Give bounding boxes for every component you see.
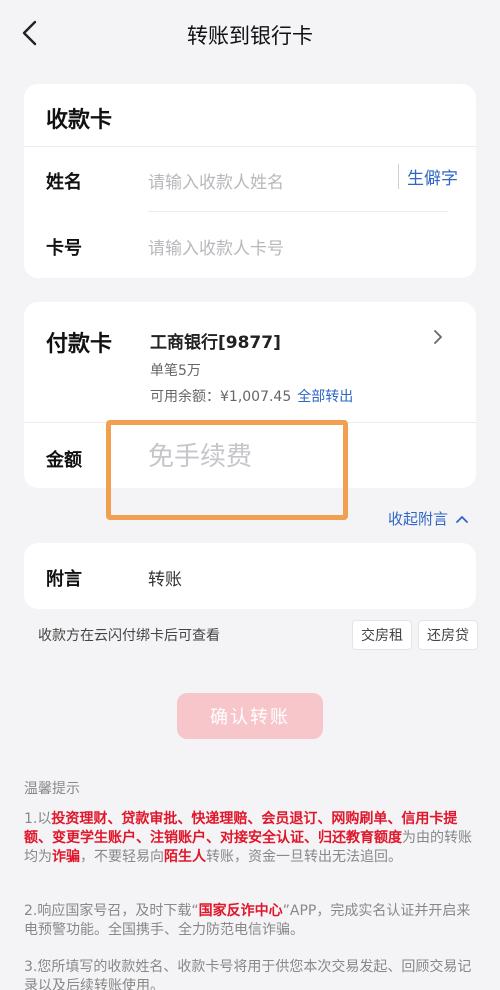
chevron-right-icon [434,330,442,344]
confirm-transfer-button[interactable]: 确认转账 [177,693,323,739]
balance-label: 可用余额： [150,389,220,405]
amount-label: 金额 [46,450,82,471]
card-number-label: 卡号 [46,238,82,259]
limit-text: 单笔5万 [150,363,201,379]
highlight-box [106,420,348,520]
bank-name[interactable]: 工商银行[9877] [150,328,281,353]
payee-section-title: 收款卡 [46,108,113,133]
name-input[interactable]: 请输入收款人姓名 [148,168,284,193]
note-label: 附言 [46,569,82,590]
card-number-input[interactable]: 请输入收款人卡号 [148,234,284,259]
balance-value: ¥1,007.45 [220,389,292,405]
rare-char-button[interactable]: 生僻字 [398,164,458,189]
tip-2-text-a: 2.响应国家号召，及时下载“ [24,903,199,919]
collapse-note-button[interactable]: 收起附言 [388,508,468,529]
view-hint: 收款方在云闪付绑卡后可查看 [38,628,220,644]
bank-select-button[interactable] [430,328,446,346]
chip-rent[interactable]: 交房租 [352,620,412,650]
nav-bar: 转账到银行卡 [0,0,500,66]
payer-section-title: 付款卡 [46,332,113,357]
transfer-all-button[interactable]: 全部转出 [297,389,353,405]
payee-card: 收款卡 姓名 请输入收款人姓名 生僻字 卡号 请输入收款人卡号 [24,84,476,278]
name-label: 姓名 [46,172,82,193]
note-input[interactable]: 转账 [148,565,182,590]
balance-text: 可用余额：¥1,007.45 全部转出 [150,386,353,406]
tip-2: 2.响应国家号召，及时下载“国家反诈中心”APP，完成实名认证并开启来电预警功能… [24,902,476,940]
divider [24,146,476,147]
chip-mortgage[interactable]: 还房贷 [418,620,478,650]
tip-1-text-a: 1.以 [24,811,52,827]
tip-1-text-d: 转账，资金一旦转出无法追回。 [206,849,402,865]
tip-1-red-1: 投资理财、贷款审批、快递理赔、会员退订、网购刷单、信用卡提额、变更学生账户、注销… [24,811,458,846]
collapse-note-label: 收起附言 [387,510,448,528]
tip-1-red-3: 陌生人 [164,849,206,865]
tip-1-red-2: 诈骗 [52,849,80,865]
tip-3: 3.您所填写的收款姓名、收款卡号将用于供您本次交易发起、回顾交易记录以及后续转账… [24,959,472,990]
tip-1: 1.以投资理财、贷款审批、快递理赔、会员退订、网购刷单、信用卡提额、变更学生账户… [24,810,476,867]
chevron-up-icon [456,515,468,523]
tips-title: 温馨提示 [24,781,80,797]
tip-2-red: 国家反诈中心 [198,903,283,919]
page-title: 转账到银行卡 [187,24,313,48]
note-card: 附言 转账 [24,543,476,609]
tip-1-text-c: ，不要轻易向 [80,849,164,865]
divider [148,211,448,212]
